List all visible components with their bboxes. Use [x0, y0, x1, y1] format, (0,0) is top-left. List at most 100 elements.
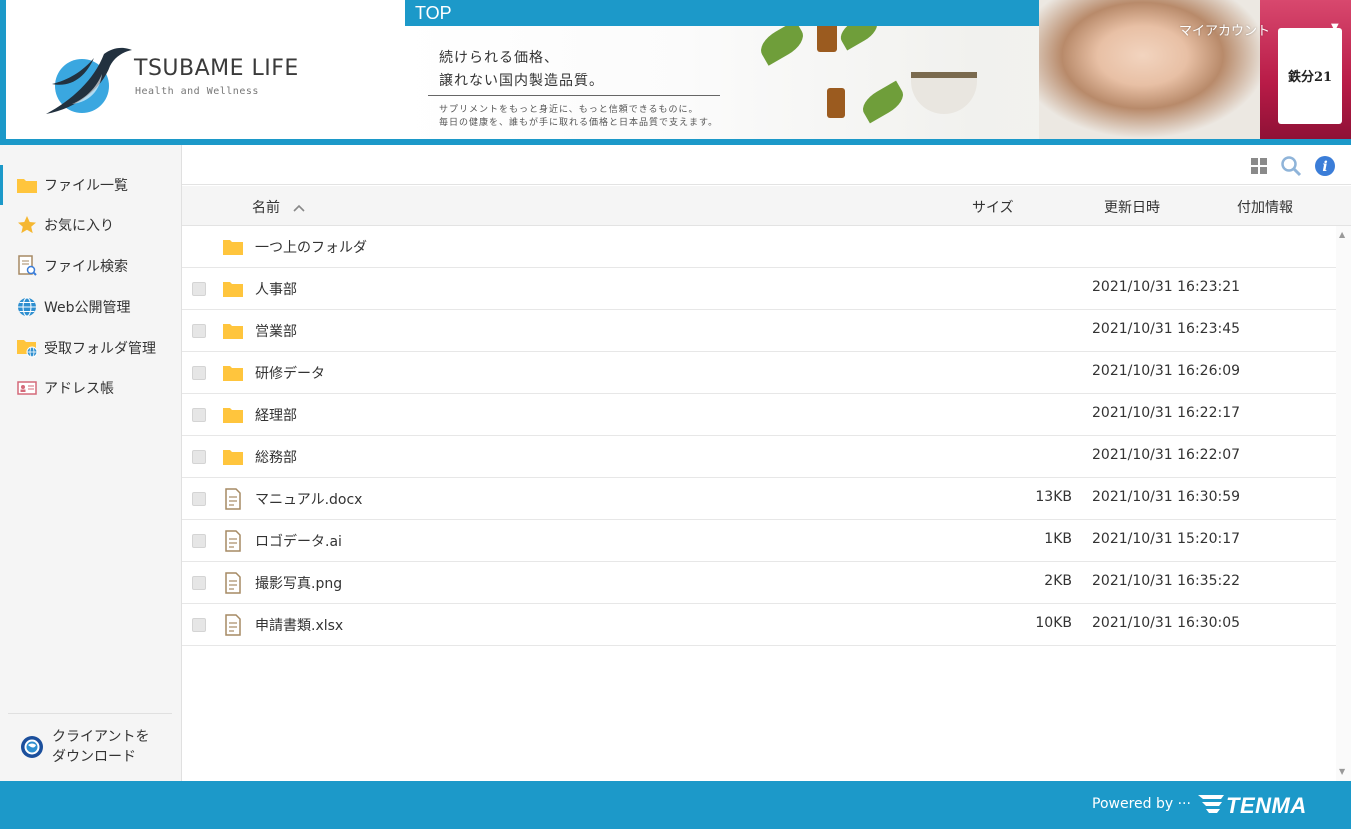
file-list-panel: i 名前 サイズ 更新日時 付加情報 一つ上のフォルダ 人事部 2021/10/3…	[182, 145, 1351, 781]
tenma-logo[interactable]: TENMA	[1196, 791, 1328, 819]
table-row[interactable]: 研修データ 2021/10/31 16:26:09	[182, 352, 1336, 394]
top-tab[interactable]: TOP	[405, 0, 1041, 26]
row-checkbox[interactable]	[192, 618, 206, 632]
column-header-updated[interactable]: 更新日時	[1104, 197, 1160, 217]
download-client-button[interactable]: クライアントを ダウンロード	[8, 713, 172, 779]
file-name[interactable]: ロゴデータ.ai	[255, 531, 342, 551]
parent-folder-link[interactable]: 一つ上のフォルダ	[255, 237, 367, 257]
row-checkbox[interactable]	[192, 450, 206, 464]
folder-icon	[223, 282, 243, 297]
product-name: 鉄分21	[1287, 70, 1333, 85]
table-row[interactable]: 経理部 2021/10/31 16:22:17	[182, 394, 1336, 436]
scroll-down-arrow-icon[interactable]: ▼	[1339, 767, 1345, 776]
table-row[interactable]: 人事部 2021/10/31 16:23:21	[182, 268, 1336, 310]
table-header: 名前 サイズ 更新日時 付加情報	[182, 186, 1351, 226]
banner-sub-line-2: 毎日の健康を、誰もが手に取れる価格と日本品質で支えます。	[439, 118, 719, 128]
document-icon	[225, 572, 241, 594]
updated-date: 2021/10/31 16:30:05	[1092, 615, 1241, 631]
globe-icon	[16, 296, 38, 318]
document-icon	[225, 488, 241, 510]
folder-name[interactable]: 経理部	[255, 405, 297, 425]
row-checkbox[interactable]	[192, 324, 206, 338]
vertical-scrollbar[interactable]: ▲ ▼	[1336, 226, 1351, 781]
updated-date: 2021/10/31 16:22:17	[1092, 405, 1241, 421]
chevron-down-icon[interactable]: ▼	[1331, 22, 1339, 33]
column-header-name[interactable]: 名前	[252, 197, 306, 217]
folder-icon	[223, 366, 243, 381]
table-row[interactable]: 総務部 2021/10/31 16:22:07	[182, 436, 1336, 478]
column-header-size[interactable]: サイズ	[972, 197, 1014, 217]
row-checkbox[interactable]	[192, 408, 206, 422]
table-row[interactable]: ロゴデータ.ai 1KB 2021/10/31 15:20:17	[182, 520, 1336, 562]
file-name[interactable]: 撮影写真.png	[255, 573, 342, 593]
file-name[interactable]: マニュアル.docx	[255, 489, 362, 509]
mortar-bowl-decoration	[911, 72, 977, 114]
parent-folder-row[interactable]: 一つ上のフォルダ	[182, 226, 1336, 268]
sidebar-item-file-search[interactable]: ファイル検索	[0, 246, 181, 286]
herb-leaf-decoration	[857, 80, 909, 124]
file-size: 13KB	[1035, 489, 1072, 505]
info-icon[interactable]: i	[1314, 155, 1336, 177]
sort-ascending-icon[interactable]	[292, 203, 306, 213]
sidebar-item-label: アドレス帳	[44, 381, 114, 397]
folder-globe-icon	[16, 337, 38, 359]
document-icon	[225, 614, 241, 636]
folder-name[interactable]: 総務部	[255, 447, 297, 467]
site-header: TSUBAME LIFE Health and Wellness TOP 続けら…	[0, 0, 1351, 145]
document-icon	[225, 530, 241, 552]
logo-subtitle: Health and Wellness	[135, 86, 259, 97]
tenma-wing-icon	[1198, 795, 1224, 813]
my-account-menu[interactable]: マイアカウント	[1179, 20, 1270, 39]
row-checkbox[interactable]	[192, 366, 206, 380]
banner-copy: 続けられる価格、 譲れない国内製造品質。	[439, 47, 604, 93]
folder-icon	[223, 408, 243, 423]
sidebar-item-label: Web公開管理	[44, 300, 131, 316]
updated-date: 2021/10/31 16:23:21	[1092, 279, 1241, 295]
tenma-brand-text: TENMA	[1226, 793, 1307, 818]
product-package: 鉄分21	[1278, 28, 1342, 124]
row-checkbox[interactable]	[192, 576, 206, 590]
download-line-1: クライアントを	[52, 728, 150, 745]
sidebar-item-file-list[interactable]: ファイル一覧	[0, 165, 181, 205]
sidebar-item-inbox-folder[interactable]: 受取フォルダ管理	[0, 328, 181, 368]
bottle-decoration	[827, 88, 845, 118]
powered-by-label: Powered by ···	[1092, 796, 1191, 812]
folder-icon	[16, 174, 38, 196]
row-checkbox[interactable]	[192, 282, 206, 296]
file-size: 10KB	[1035, 615, 1072, 631]
sidebar-item-label: 受取フォルダ管理	[44, 341, 156, 357]
folder-name[interactable]: 人事部	[255, 279, 297, 299]
column-header-extra-info[interactable]: 付加情報	[1237, 197, 1293, 217]
tsubame-life-logo[interactable]: TSUBAME LIFE Health and Wellness	[42, 40, 302, 120]
table-row[interactable]: 営業部 2021/10/31 16:23:45	[182, 310, 1336, 352]
scroll-up-arrow-icon[interactable]: ▲	[1339, 230, 1345, 239]
file-size: 2KB	[1044, 573, 1072, 589]
table-row[interactable]: 撮影写真.png 2KB 2021/10/31 16:35:22	[182, 562, 1336, 604]
row-checkbox[interactable]	[192, 534, 206, 548]
column-header-name-label: 名前	[252, 200, 280, 216]
sidebar-item-label: お気に入り	[44, 218, 114, 234]
updated-date: 2021/10/31 16:22:07	[1092, 447, 1241, 463]
download-client-label: クライアントを ダウンロード	[52, 727, 149, 767]
sidebar-item-address-book[interactable]: アドレス帳	[0, 368, 181, 408]
sidebar-item-label: ファイル検索	[44, 259, 128, 275]
file-name[interactable]: 申請書類.xlsx	[255, 615, 343, 635]
logo-title: TSUBAME LIFE	[134, 56, 299, 81]
table-row[interactable]: マニュアル.docx 13KB 2021/10/31 16:30:59	[182, 478, 1336, 520]
banner-divider	[428, 95, 720, 96]
row-checkbox[interactable]	[192, 492, 206, 506]
swallow-logo-icon	[46, 47, 132, 115]
grid-view-icon[interactable]	[1248, 155, 1270, 177]
banner-line-2: 譲れない国内製造品質。	[439, 73, 604, 89]
table-row[interactable]: 申請書類.xlsx 10KB 2021/10/31 16:30:05	[182, 604, 1336, 646]
updated-date: 2021/10/31 16:23:45	[1092, 321, 1241, 337]
banner-sub-line-1: サプリメントをもっと身近に、もっと信頼できるものに。	[439, 105, 699, 115]
sidebar-item-favorites[interactable]: お気に入り	[0, 205, 181, 245]
sidebar-item-web-publish[interactable]: Web公開管理	[0, 287, 181, 327]
folder-name[interactable]: 研修データ	[255, 363, 325, 383]
search-icon[interactable]	[1280, 155, 1302, 177]
updated-date: 2021/10/31 15:20:17	[1092, 531, 1241, 547]
address-card-icon	[16, 377, 38, 399]
folder-name[interactable]: 営業部	[255, 321, 297, 341]
toolbar: i	[182, 145, 1351, 185]
